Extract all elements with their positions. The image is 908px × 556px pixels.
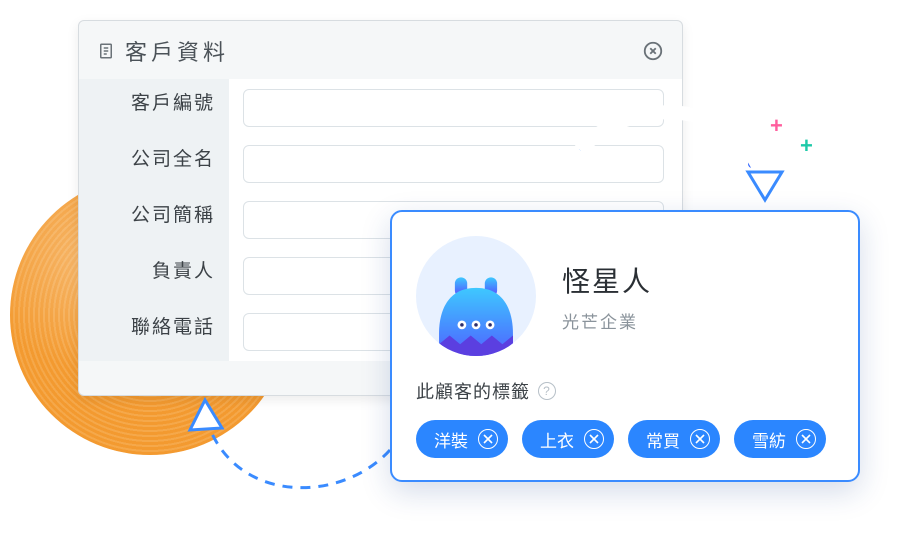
label-owner: 負責人 xyxy=(79,257,215,287)
customer-name: 怪星人 xyxy=(562,260,652,300)
tag-label: 洋裝 xyxy=(434,427,468,452)
tag-chip[interactable]: 上衣 xyxy=(522,420,614,458)
help-icon[interactable]: ? xyxy=(538,382,556,400)
decorative-plus-icon: + xyxy=(800,135,813,157)
tag-chip[interactable]: 洋裝 xyxy=(416,420,508,458)
label-company-short: 公司簡稱 xyxy=(79,201,215,231)
tag-chip[interactable]: 雪紡 xyxy=(734,420,826,458)
tag-remove-icon[interactable] xyxy=(690,429,710,449)
modal-title: 客戶資料 xyxy=(125,35,642,67)
customer-company: 光芒企業 xyxy=(562,308,652,333)
document-icon xyxy=(97,42,115,60)
tag-remove-icon[interactable] xyxy=(796,429,816,449)
tag-label: 上衣 xyxy=(540,427,574,452)
tags-section-label: 此顧客的標籤 xyxy=(416,378,530,404)
customer-card: 怪星人 光芒企業 此顧客的標籤 ? 洋裝 上衣 常買 雪紡 xyxy=(390,210,860,482)
close-button[interactable] xyxy=(642,40,664,62)
tags-row: 洋裝 上衣 常買 雪紡 xyxy=(416,420,834,458)
label-company-full: 公司全名 xyxy=(79,145,215,175)
tag-remove-icon[interactable] xyxy=(584,429,604,449)
tag-chip[interactable]: 常買 xyxy=(628,420,720,458)
tag-label: 雪紡 xyxy=(752,427,786,452)
tag-label: 常買 xyxy=(646,427,680,452)
form-labels: 客戶編號 公司全名 公司簡稱 負責人 聯絡電話 xyxy=(79,79,229,361)
tag-remove-icon[interactable] xyxy=(478,429,498,449)
arrow-left-icon xyxy=(190,350,410,515)
label-customer-id: 客戶編號 xyxy=(79,89,215,119)
avatar xyxy=(416,236,536,356)
label-phone: 聯絡電話 xyxy=(79,313,215,343)
